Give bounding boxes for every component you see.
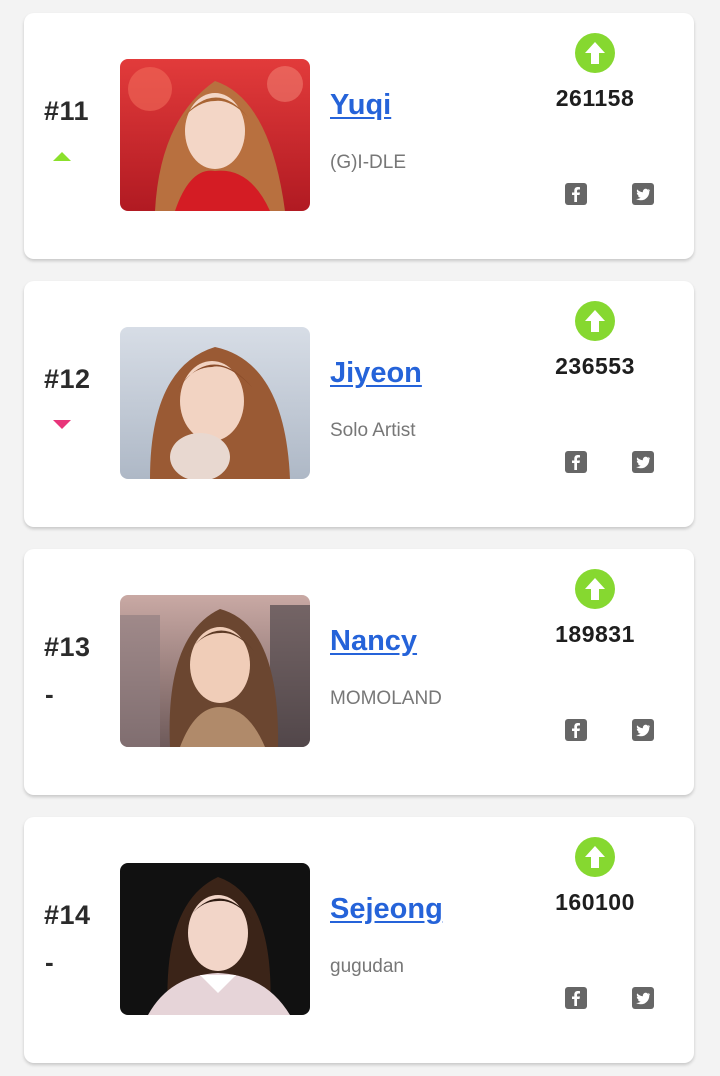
ranking-list: #11 Yuqi (G)I-DLE 261158 #12 Jiyeon Solo… [0, 0, 720, 1076]
vote-count: 160100 [555, 889, 635, 915]
ranking-card: #11 Yuqi (G)I-DLE 261158 [24, 13, 694, 259]
vote-count: 236553 [555, 353, 635, 379]
ranking-card: #13 - Nancy MOMOLAND 189831 [24, 549, 694, 795]
twitter-icon [636, 456, 650, 469]
artist-photo[interactable] [120, 863, 310, 1015]
artist-name-link[interactable]: Jiyeon [330, 357, 422, 390]
twitter-share-button[interactable] [632, 451, 654, 473]
vote-up-button[interactable] [575, 301, 615, 341]
artist-photo[interactable] [120, 59, 310, 211]
vote-up-button[interactable] [575, 33, 615, 73]
vote-up-button[interactable] [575, 569, 615, 609]
artist-photo[interactable] [120, 595, 310, 747]
trend-down-icon [53, 420, 73, 432]
artist-name-link[interactable]: Nancy [330, 625, 417, 658]
facebook-share-button[interactable] [565, 183, 587, 205]
vote-up-button[interactable] [575, 837, 615, 877]
vote-count: 189831 [555, 621, 635, 647]
arrow-up-circle-icon [585, 578, 605, 600]
facebook-icon [572, 991, 580, 1006]
twitter-share-button[interactable] [632, 987, 654, 1009]
trend-up-icon [53, 152, 73, 164]
artist-photo[interactable] [120, 327, 310, 479]
facebook-icon [572, 187, 580, 202]
artist-group: Solo Artist [330, 420, 416, 441]
twitter-icon [636, 188, 650, 201]
ranking-card: #12 Jiyeon Solo Artist 236553 [24, 281, 694, 527]
artist-group: (G)I-DLE [330, 152, 406, 173]
rank-number: #12 [44, 364, 91, 394]
facebook-share-button[interactable] [565, 987, 587, 1009]
trend-unchanged: - [45, 679, 54, 709]
twitter-icon [636, 724, 650, 737]
facebook-icon [572, 455, 580, 470]
rank-number: #11 [44, 96, 90, 126]
twitter-share-button[interactable] [632, 183, 654, 205]
trend-unchanged: - [45, 947, 54, 977]
artist-group: gugudan [330, 956, 404, 977]
arrow-up-circle-icon [585, 42, 605, 64]
twitter-icon [636, 992, 650, 1005]
twitter-share-button[interactable] [632, 719, 654, 741]
facebook-icon [572, 723, 580, 738]
vote-count: 261158 [555, 85, 635, 111]
rank-number: #13 [44, 632, 91, 662]
arrow-up-circle-icon [585, 846, 605, 868]
facebook-share-button[interactable] [565, 451, 587, 473]
facebook-share-button[interactable] [565, 719, 587, 741]
artist-name-link[interactable]: Yuqi [330, 89, 391, 122]
ranking-card: #14 - Sejeong gugudan 160100 [24, 817, 694, 1063]
artist-name-link[interactable]: Sejeong [330, 893, 443, 926]
artist-group: MOMOLAND [330, 688, 442, 709]
arrow-up-circle-icon [585, 310, 605, 332]
rank-number: #14 [44, 900, 91, 930]
